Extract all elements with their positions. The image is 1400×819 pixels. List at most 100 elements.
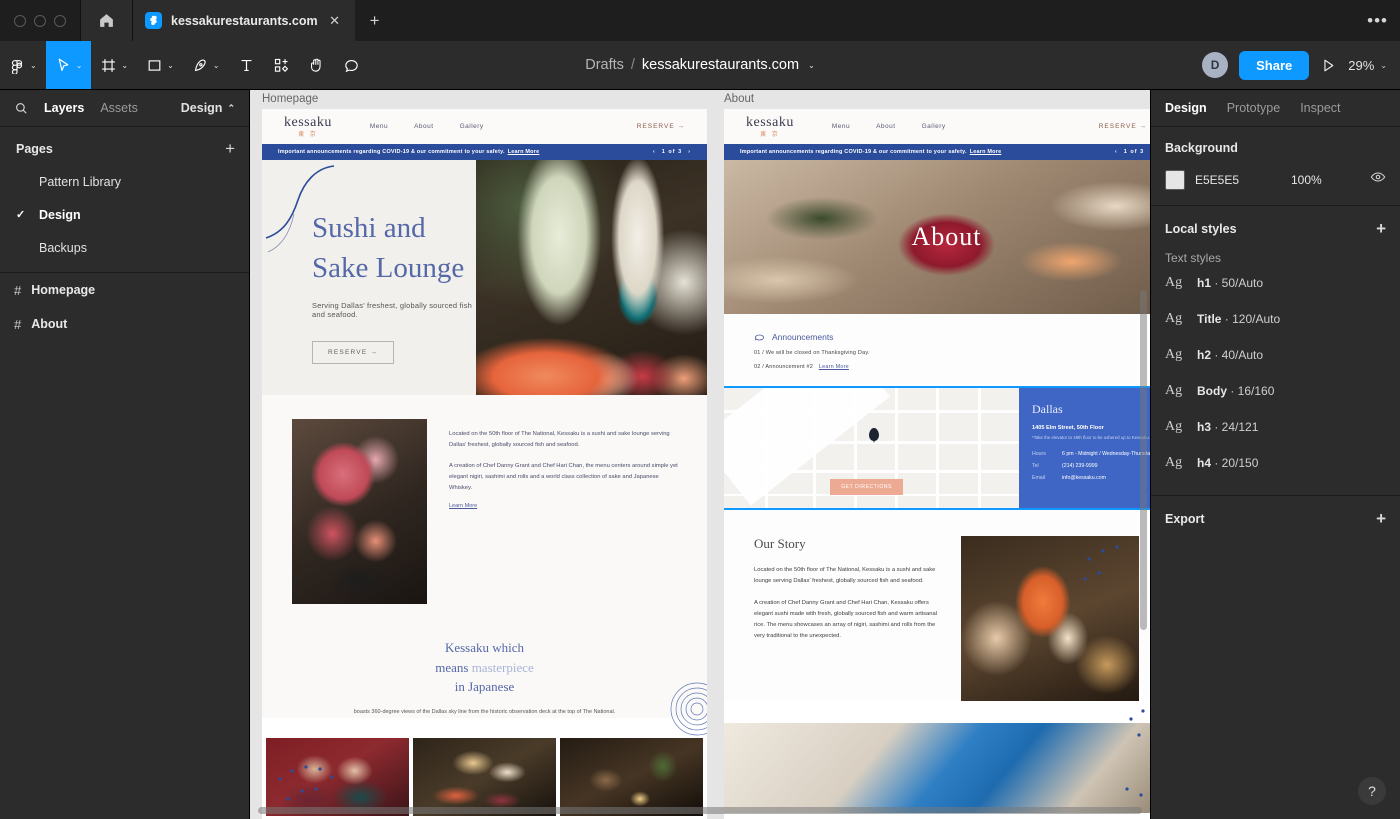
our-story-image <box>961 536 1139 701</box>
figma-menu-button[interactable]: ⌄ <box>0 41 46 89</box>
tab-prototype[interactable]: Prototype <box>1227 101 1281 115</box>
tab-title: kessakurestaurants.com <box>171 13 318 28</box>
prev-arrow-icon[interactable]: ‹ <box>653 149 656 155</box>
add-style-button[interactable]: + <box>1376 220 1386 237</box>
gallery-photo-food[interactable] <box>413 738 556 817</box>
breadcrumb-project[interactable]: Drafts <box>585 57 624 73</box>
location-map[interactable]: GET DIRECTIONS <box>724 388 1019 508</box>
move-tool-button[interactable]: ⌄ <box>45 41 92 89</box>
page-mode-label: Design <box>180 101 223 115</box>
canvas-vertical-scrollbar[interactable] <box>1140 290 1147 630</box>
add-export-button[interactable]: + <box>1376 510 1386 527</box>
announcement-learn-more-link[interactable]: Learn More <box>819 364 849 370</box>
covid-banner-link[interactable]: Learn More <box>508 149 540 155</box>
local-styles-section: Local styles + Text styles Ag h1 · 50/Au… <box>1151 206 1400 496</box>
nav-link-about[interactable]: About <box>876 123 896 130</box>
file-menu-chevron-down-icon[interactable]: ⌄ <box>808 61 815 70</box>
frame-label-about[interactable]: About <box>724 93 754 105</box>
text-style-item-h3[interactable]: Ag h3 · 24/121 <box>1151 409 1400 445</box>
maximize-window-button[interactable] <box>54 14 66 27</box>
nav-reserve-link[interactable]: RESERVE → <box>1099 123 1147 130</box>
help-button[interactable]: ? <box>1358 777 1386 805</box>
location-detail-row: Tel (214) 239-9999 <box>1032 463 1150 469</box>
page-item-design[interactable]: ✓ Design <box>0 198 249 231</box>
new-tab-button[interactable]: + <box>355 0 395 41</box>
tab-assets[interactable]: Assets <box>100 101 138 115</box>
background-color-swatch[interactable] <box>1165 169 1185 190</box>
layer-item-about[interactable]: # About <box>0 307 249 341</box>
visibility-toggle[interactable] <box>1370 169 1386 190</box>
page-item-pattern-library[interactable]: Pattern Library <box>0 165 249 198</box>
nav-link-menu[interactable]: Menu <box>832 123 850 130</box>
text-style-item-body[interactable]: Ag Body · 16/160 <box>1151 373 1400 409</box>
present-play-icon[interactable] <box>1320 57 1337 74</box>
detail-key: Hours <box>1032 451 1046 457</box>
frame-label-homepage[interactable]: Homepage <box>262 93 318 105</box>
nav-link-gallery[interactable]: Gallery <box>922 123 946 130</box>
search-icon[interactable] <box>14 101 28 115</box>
background-hex-value[interactable]: E5E5E5 <box>1195 173 1281 187</box>
tab-design[interactable]: Design <box>1165 101 1207 115</box>
gallery-photo-couple[interactable] <box>266 738 409 817</box>
background-title: Background <box>1165 141 1238 155</box>
frame-homepage[interactable]: kessaku 東 京 Menu About Gallery RESERVE →… <box>262 109 707 819</box>
detail-value: (214) 239-9999 <box>1062 463 1098 469</box>
nav-link-gallery[interactable]: Gallery <box>460 123 484 130</box>
site-logo[interactable]: kessaku 東 京 <box>746 115 794 138</box>
text-style-item-h1[interactable]: Ag h1 · 50/Auto <box>1151 265 1400 301</box>
breadcrumb-file-name[interactable]: kessakurestaurants.com <box>642 57 799 73</box>
background-opacity-value[interactable]: 100% <box>1291 173 1322 187</box>
close-tab-button[interactable]: ✕ <box>327 13 343 29</box>
frame-about[interactable]: kessaku 東 京 Menu About Gallery RESERVE →… <box>724 109 1150 819</box>
window-menu-button[interactable]: ••• <box>1367 0 1388 41</box>
window-traffic-lights <box>0 0 80 41</box>
close-window-button[interactable] <box>14 14 26 27</box>
components-icon <box>274 58 288 72</box>
right-sidebar-tabs: Design Prototype Inspect <box>1151 90 1400 127</box>
style-spec: · 120/Auto <box>1221 312 1281 326</box>
about-site-navbar: kessaku 東 京 Menu About Gallery RESERVE → <box>724 109 1150 144</box>
prev-arrow-icon[interactable]: ‹ <box>1115 149 1118 155</box>
pen-tool-button[interactable]: ⌄ <box>183 41 229 89</box>
comment-tool-button[interactable] <box>334 41 369 89</box>
site-nav-links: Menu About Gallery <box>832 123 946 130</box>
nav-link-menu[interactable]: Menu <box>370 123 388 130</box>
next-arrow-icon[interactable]: › <box>688 149 691 155</box>
get-directions-button[interactable]: GET DIRECTIONS <box>830 478 903 495</box>
file-tab[interactable]: kessakurestaurants.com ✕ <box>133 0 355 41</box>
text-tool-button[interactable] <box>229 41 264 89</box>
nav-link-about[interactable]: About <box>414 123 434 130</box>
our-story-title: Our Story <box>754 536 806 551</box>
intro-learn-more-link[interactable]: Learn More <box>449 503 477 509</box>
nav-reserve-link[interactable]: RESERVE → <box>637 123 685 130</box>
avatar[interactable]: D <box>1202 52 1229 78</box>
frame-tool-button[interactable]: ⌄ <box>91 41 137 89</box>
share-button[interactable]: Share <box>1239 50 1310 80</box>
covid-banner-pagination[interactable]: ‹ 1 of 3 › <box>653 149 691 155</box>
zoom-control[interactable]: 29% ⌄ <box>1348 58 1387 73</box>
style-spec: · 24/121 <box>1211 420 1259 434</box>
tab-inspect[interactable]: Inspect <box>1300 101 1340 115</box>
page-item-backups[interactable]: Backups <box>0 231 249 264</box>
text-style-item-h2[interactable]: Ag h2 · 40/Auto <box>1151 337 1400 373</box>
covid-banner-pagination[interactable]: ‹ 1 of 3 › <box>1115 149 1150 155</box>
canvas-horizontal-scrollbar[interactable] <box>258 807 1142 814</box>
page-mode-selector[interactable]: Design ⌃ <box>181 101 235 115</box>
tab-layers[interactable]: Layers <box>44 101 84 115</box>
covid-banner-link[interactable]: Learn More <box>970 149 1002 155</box>
hand-tool-button[interactable] <box>299 41 334 89</box>
site-logo[interactable]: kessaku 東 京 <box>284 115 332 138</box>
text-style-item-h4[interactable]: Ag h4 · 20/150 <box>1151 445 1400 481</box>
shape-tool-button[interactable]: ⌄ <box>137 41 183 89</box>
hero-reserve-button[interactable]: RESERVE → <box>312 341 395 365</box>
design-canvas[interactable]: Homepage About kessaku 東 京 Menu About Ga… <box>250 90 1150 819</box>
minimize-window-button[interactable] <box>34 14 46 27</box>
map-group-selected[interactable]: GET DIRECTIONS Dallas 1405 Elm Street, 5… <box>724 386 1150 510</box>
add-page-button[interactable]: + <box>225 140 235 157</box>
gallery-photo-interior[interactable] <box>560 738 703 817</box>
layer-item-homepage[interactable]: # Homepage <box>0 273 249 307</box>
text-style-item-title[interactable]: Ag Title · 120/Auto <box>1151 301 1400 337</box>
export-title: Export <box>1165 511 1205 526</box>
resources-tool-button[interactable] <box>264 41 299 89</box>
home-button[interactable] <box>80 0 133 41</box>
